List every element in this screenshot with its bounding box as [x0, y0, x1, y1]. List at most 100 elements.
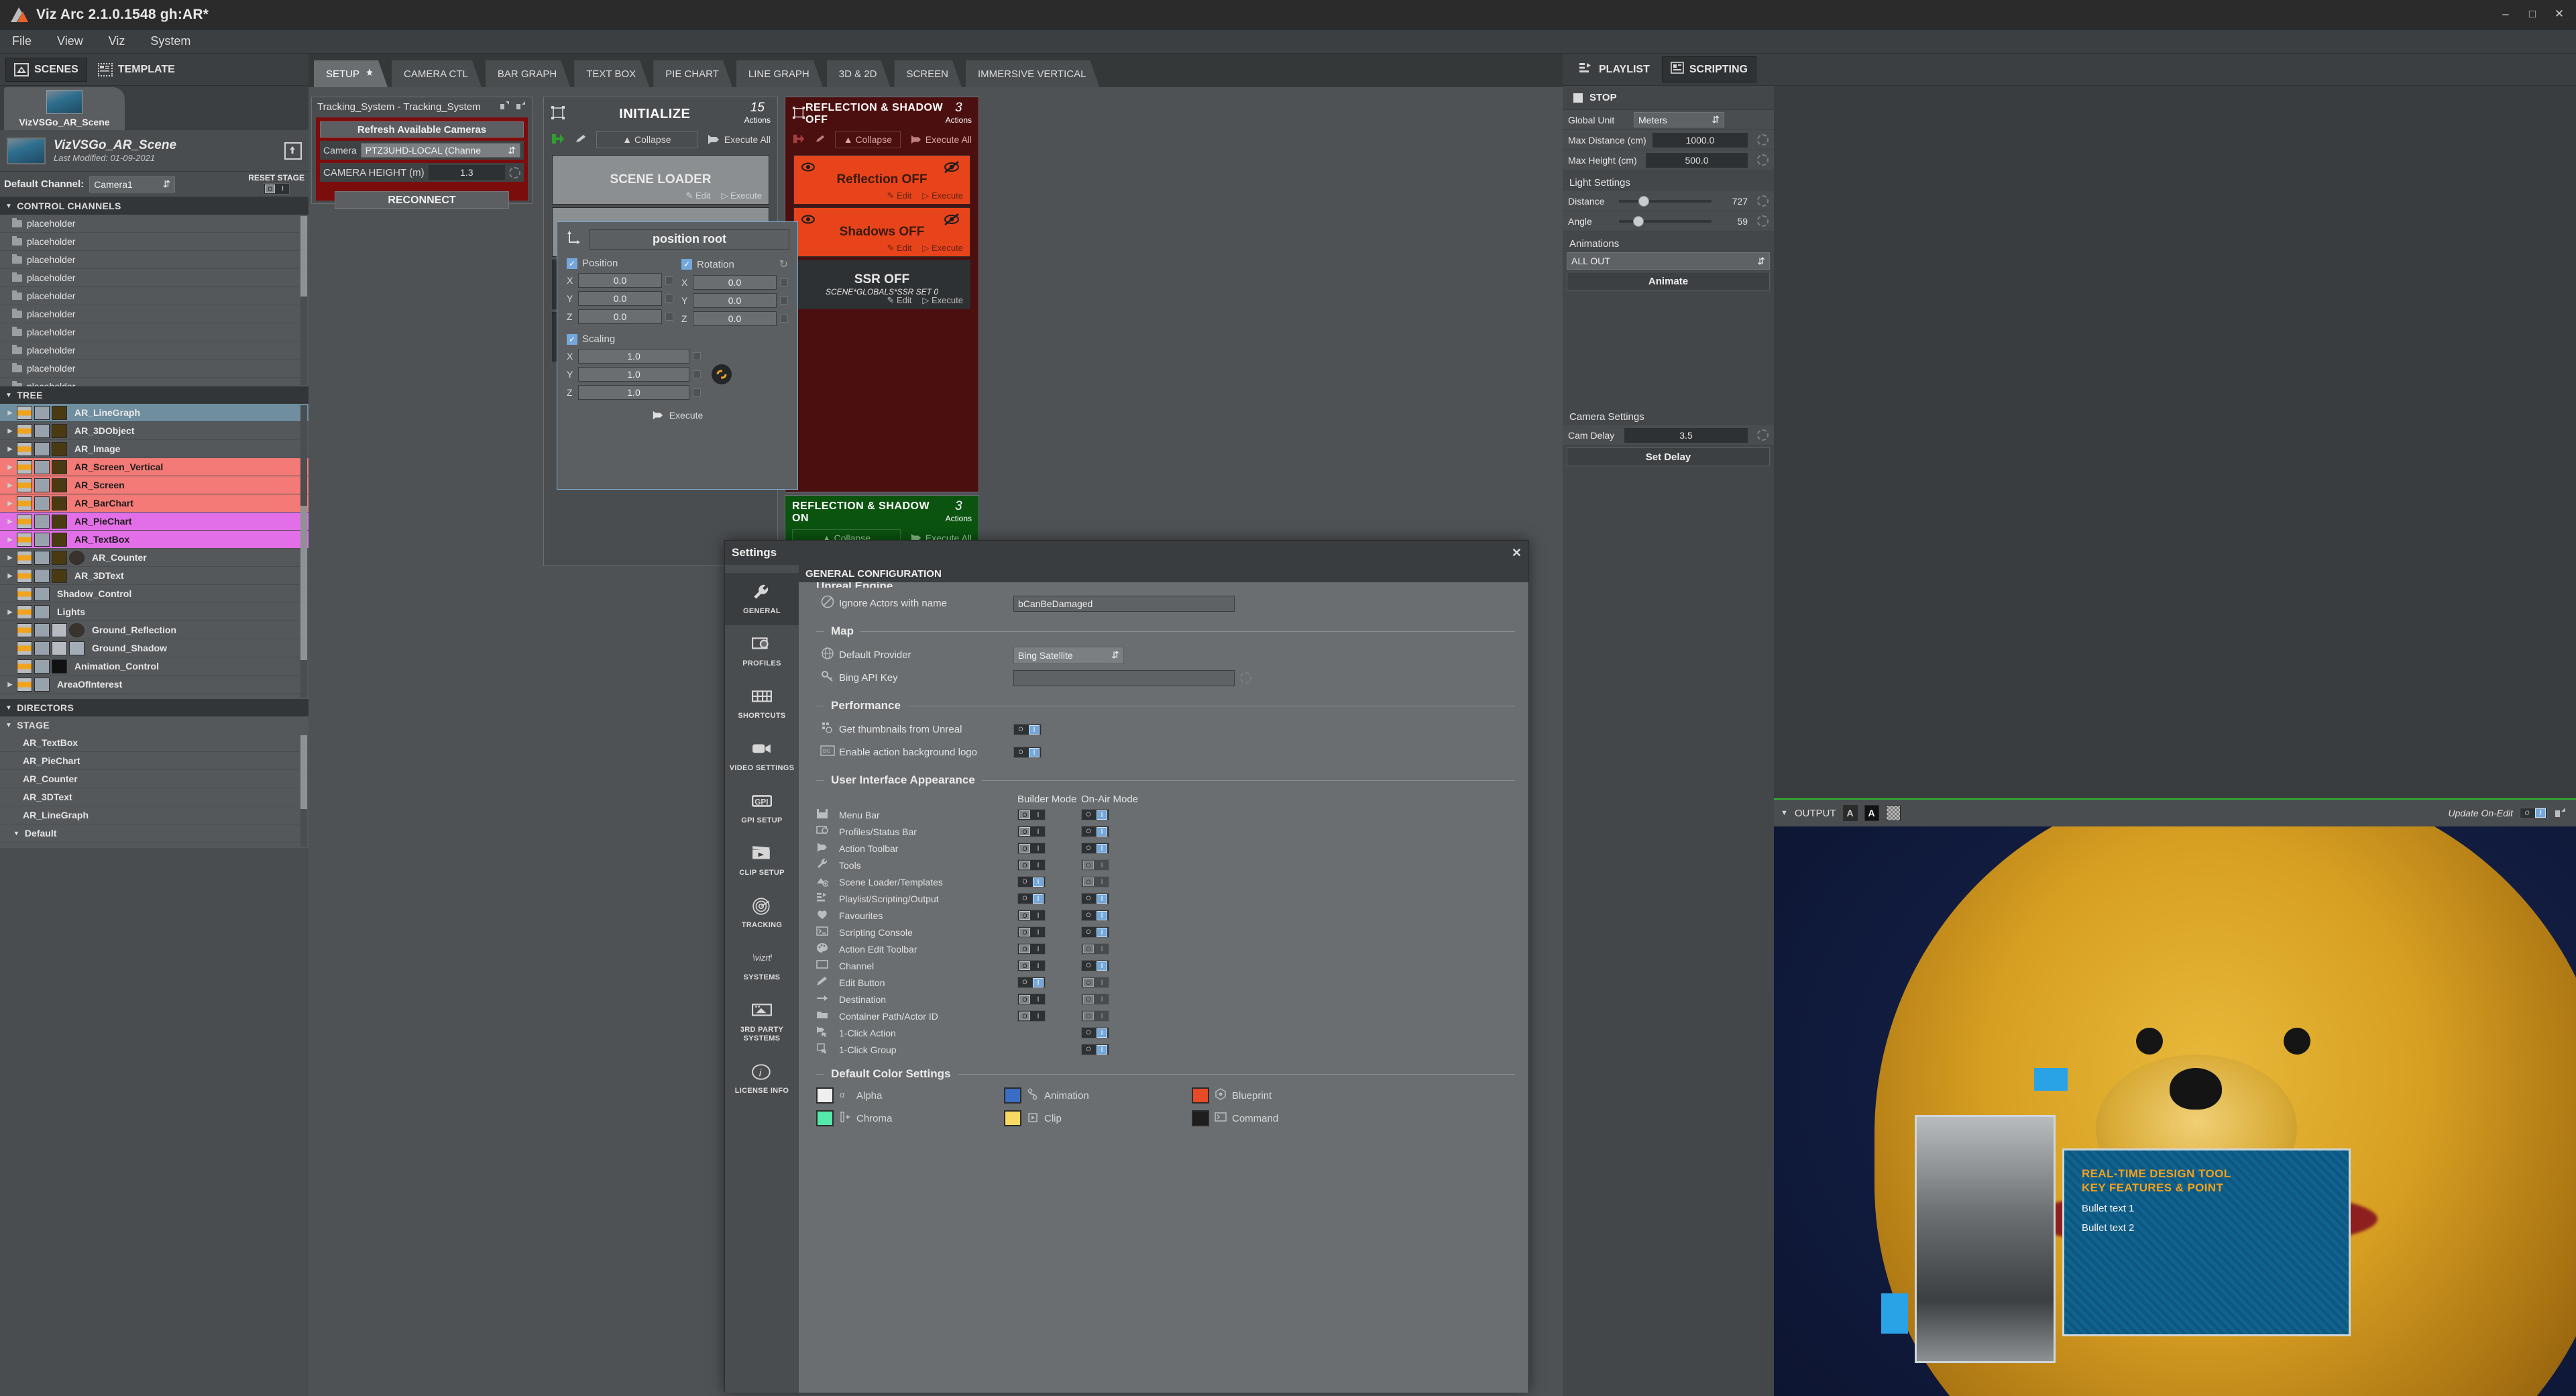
axis-input[interactable]: 0.0 [693, 275, 777, 290]
geom-icon[interactable] [52, 641, 67, 655]
object-icon[interactable] [52, 442, 67, 456]
object-icon[interactable] [52, 460, 67, 474]
object-icon[interactable] [52, 496, 67, 511]
toggle-switch[interactable]: OI [1081, 1027, 1109, 1038]
object-icon[interactable] [52, 569, 67, 583]
scene-tree-list[interactable]: ▶AR_LineGraph▶AR_3DObject▶AR_Image▶AR_Sc… [0, 404, 309, 699]
tab-template[interactable]: TEMPLATE [90, 58, 183, 81]
toggle-switch[interactable]: OI [1017, 977, 1046, 988]
output-fill-icon[interactable]: A [1864, 805, 1879, 821]
toggle-switch[interactable]: OI [1017, 943, 1046, 955]
eye-icon[interactable] [17, 659, 32, 674]
reflection-off-actions-list[interactable]: Reflection OFF✎ Edit▷ ExecuteShadows OFF… [789, 155, 974, 309]
axis-checkbox[interactable] [693, 388, 701, 396]
toggle-switch[interactable]: OI [1017, 1010, 1046, 1022]
expand-arrow-icon[interactable]: ▶ [5, 464, 15, 471]
caret-down-icon[interactable]: ▼ [13, 830, 19, 837]
action-card[interactable]: SSR OFFSCENE*GLOBALS*SSR SET 0✎ Edit▷ Ex… [793, 260, 970, 309]
tab-text-box[interactable]: TEXT BOX [574, 60, 649, 87]
expand-arrow-icon[interactable]: ▶ [5, 445, 15, 453]
toggle-switch[interactable]: OI [1081, 1010, 1109, 1022]
toggle-switch[interactable]: OI [1081, 893, 1109, 904]
upload-scene-icon[interactable] [284, 142, 302, 160]
angle-slider-knob[interactable] [1633, 216, 1644, 227]
reset-icon[interactable] [1240, 672, 1251, 684]
output-alpha-icon[interactable] [1886, 805, 1901, 821]
scaling-checkbox[interactable]: ✓ [567, 334, 577, 345]
action-edit-button[interactable]: ✎ Edit [887, 191, 912, 201]
eye-off-icon[interactable] [943, 161, 960, 176]
action-card[interactable]: Reflection OFF✎ Edit▷ Execute [793, 155, 970, 205]
axis-icon[interactable] [34, 569, 50, 583]
default-provider-select[interactable]: Bing Satellite ⇵ [1013, 647, 1124, 664]
list-item[interactable]: AR_TextBox [0, 734, 309, 752]
default-channel-select[interactable]: Camera1 ⇵ [89, 176, 175, 193]
eye-icon[interactable] [17, 623, 32, 637]
execute-group-icon[interactable] [792, 133, 805, 147]
toggle-switch[interactable]: OI [1017, 826, 1046, 837]
color-swatch[interactable] [816, 1087, 834, 1104]
geom-icon[interactable] [52, 623, 67, 637]
menu-item-system[interactable]: System [146, 32, 194, 50]
global-unit-select[interactable]: Meters ⇵ [1634, 112, 1724, 127]
toggle-switch[interactable]: OI [1017, 926, 1046, 938]
object-icon[interactable] [52, 424, 67, 438]
tab-scripting[interactable]: SCRIPTING [1662, 56, 1756, 83]
list-item[interactable]: placeholder [0, 287, 309, 305]
menu-item-view[interactable]: View [53, 32, 87, 50]
list-item[interactable]: placeholder [0, 360, 309, 378]
panel-restore-icon[interactable] [500, 100, 510, 113]
settings-sidebar-item-tracking[interactable]: TRACKING [725, 887, 799, 939]
reset-icon[interactable] [1757, 215, 1769, 227]
toggle-switch[interactable]: OI [1017, 876, 1046, 888]
execute-group-icon[interactable] [551, 132, 565, 148]
axis-input[interactable]: 1.0 [578, 367, 689, 382]
action-execute-button[interactable]: ▷ Execute [922, 243, 963, 254]
table-row[interactable]: ▶AR_LineGraph [0, 404, 309, 422]
expand-arrow-icon[interactable]: ▶ [5, 427, 15, 435]
script-icon[interactable] [52, 659, 67, 674]
action-execute-button[interactable]: ▷ Execute [922, 295, 963, 306]
expand-arrow-icon[interactable]: ▶ [5, 482, 15, 489]
refresh-cameras-button[interactable]: Refresh Available Cameras [320, 121, 524, 138]
tab-camera-ctl[interactable]: CAMERA CTL [392, 60, 482, 87]
reconnect-button[interactable]: RECONNECT [335, 191, 509, 209]
wave-icon[interactable] [17, 678, 32, 692]
axis-icon[interactable] [34, 641, 50, 655]
color-swatch[interactable] [1192, 1110, 1209, 1126]
scrollbar-thumb[interactable] [300, 735, 307, 809]
axis-checkbox[interactable] [780, 297, 788, 305]
toggle-switch[interactable]: OI [1017, 809, 1046, 820]
camera-height-input[interactable]: 1.3 [429, 165, 505, 180]
settings-sidebar-item-video-settings[interactable]: VIDEO SETTINGS [725, 730, 799, 782]
reset-icon[interactable] [1757, 429, 1769, 441]
angle-slider[interactable] [1619, 220, 1712, 223]
list-item[interactable]: placeholder [0, 215, 309, 233]
axis-input[interactable]: 0.0 [578, 291, 662, 306]
scene-tab[interactable]: VizVSGo_AR_Scene [4, 87, 125, 130]
table-row[interactable]: Shadow_Control [0, 585, 309, 603]
table-row[interactable]: Ground_Reflection [0, 621, 309, 639]
tab-line-graph[interactable]: LINE GRAPH [736, 60, 823, 87]
settings-sidebar[interactable]: GENERALPROFILESSHORTCUTSVIDEO SETTINGSGP… [725, 565, 799, 1393]
ignore-actors-input[interactable]: bCanBeDamaged [1013, 596, 1235, 612]
toggle-switch[interactable]: OI [1081, 843, 1109, 854]
camera-select[interactable]: PTZ3UHD-LOCAL (Channe ⇵ [361, 143, 520, 158]
toggle-switch[interactable]: OI [1017, 994, 1046, 1005]
table-row[interactable]: ▶Lights [0, 603, 309, 621]
axis-checkbox[interactable] [780, 315, 788, 323]
rotation-checkbox[interactable]: ✓ [681, 259, 692, 270]
section-stage[interactable]: ▼ STAGE [0, 716, 309, 734]
settings-sidebar-item-general[interactable]: GENERAL [725, 573, 799, 625]
table-row[interactable]: ▶AR_Image [0, 440, 309, 458]
table-row[interactable]: ▶AR_BarChart [0, 494, 309, 513]
tab-immersive-vertical[interactable]: IMMERSIVE VERTICAL [966, 60, 1099, 87]
cam-delay-input[interactable]: 3.5 [1624, 428, 1748, 443]
axis-icon[interactable] [34, 533, 50, 547]
axis-icon[interactable] [34, 478, 50, 492]
sphere-icon[interactable] [69, 551, 85, 565]
action-card[interactable]: SCENE LOADER✎ Edit▷ Execute [552, 155, 769, 205]
close-button[interactable]: ✕ [2552, 7, 2567, 21]
tab-3d-2d[interactable]: 3D & 2D [827, 60, 891, 87]
table-row[interactable]: ▶AR_3DText [0, 567, 309, 585]
